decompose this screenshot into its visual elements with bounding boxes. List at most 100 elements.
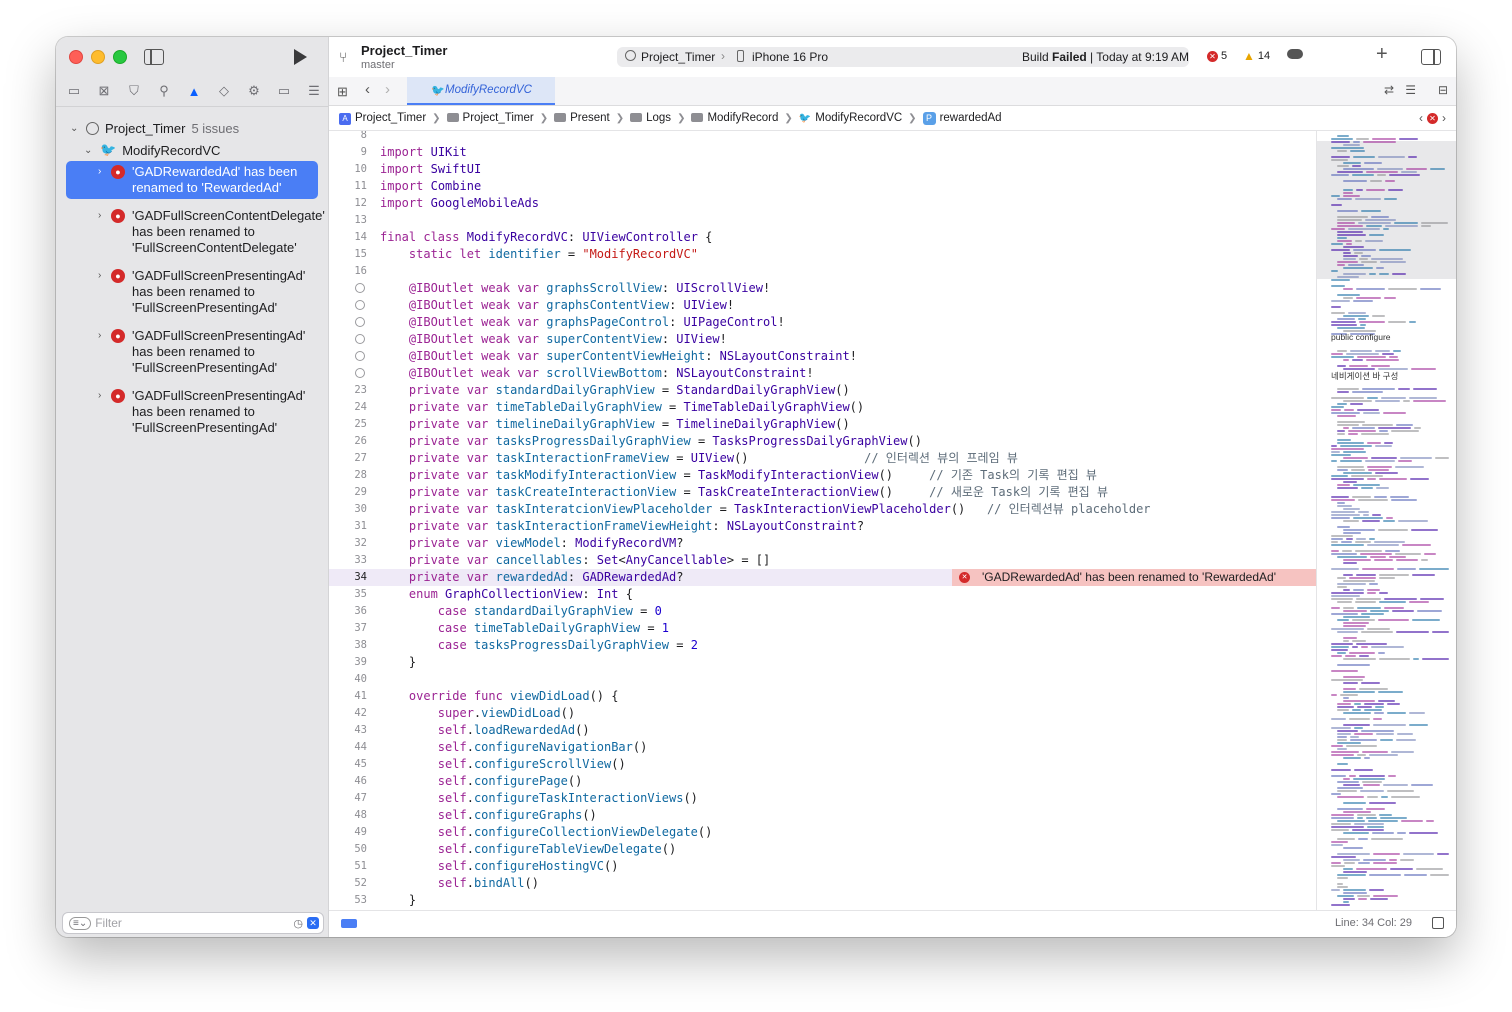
report-icon[interactable]: ☰ — [304, 81, 324, 101]
code-line[interactable]: 38 case tasksProgressDailyGraphView = 2 — [329, 637, 1316, 654]
code-text[interactable]: private var timelineDailyGraphView = Tim… — [380, 416, 850, 433]
code-line[interactable]: @IBOutlet weak var graphsContentView: UI… — [329, 297, 1316, 314]
code-line[interactable]: 42 super.viewDidLoad() — [329, 705, 1316, 722]
line-number[interactable]: 39 — [329, 654, 367, 671]
outlet-connection-icon[interactable] — [355, 317, 365, 327]
outlet-connection-icon[interactable] — [355, 351, 365, 361]
line-number[interactable]: 40 — [329, 671, 367, 688]
line-number[interactable]: 45 — [329, 756, 367, 773]
breadcrumb-item[interactable]: Project_Timer — [446, 112, 534, 124]
code-line[interactable]: 48 self.configureGraphs() — [329, 807, 1316, 824]
debug-area-toggle-icon[interactable] — [1432, 917, 1444, 929]
code-text[interactable]: self.configureScrollView() — [380, 756, 626, 773]
branch-name[interactable]: master — [361, 59, 395, 71]
project-group[interactable]: ⌄ Project_Timer 5 issues — [66, 117, 318, 139]
code-text[interactable]: self.configureHostingVC() — [380, 858, 619, 875]
line-number[interactable]: 43 — [329, 722, 367, 739]
line-number[interactable]: 26 — [329, 433, 367, 450]
error-count-badge[interactable]: ✕ 5 — [1207, 50, 1227, 62]
code-line[interactable]: 31 private var taskInteractionFrameViewH… — [329, 518, 1316, 535]
device-selector[interactable]: iPhone 16 Pro — [752, 50, 828, 64]
code-text[interactable]: @IBOutlet weak var scrollViewBottom: NSL… — [380, 365, 814, 382]
code-line[interactable]: 13 — [329, 212, 1316, 229]
line-number[interactable]: 29 — [329, 484, 367, 501]
line-number[interactable]: 13 — [329, 212, 367, 229]
code-line[interactable]: 8 — [329, 131, 1316, 144]
source-editor[interactable]: 8 9 import UIKit 10 import SwiftUI 11 import C… — [329, 131, 1316, 911]
line-number[interactable]: 24 — [329, 399, 367, 416]
breadcrumb-item[interactable]: ModifyRecord — [691, 112, 778, 124]
code-text[interactable]: self.configureNavigationBar() — [380, 739, 648, 756]
line-number[interactable]: 44 — [329, 739, 367, 756]
bookmark-icon[interactable]: ⛉ — [124, 81, 144, 101]
error-filter-icon[interactable]: ✕ — [307, 917, 319, 929]
line-number[interactable]: 30 — [329, 501, 367, 518]
error-icon[interactable]: ✕ — [1427, 112, 1438, 124]
zoom-window-button[interactable] — [113, 50, 127, 64]
code-line[interactable]: 35 enum GraphCollectionView: Int { — [329, 586, 1316, 603]
line-number[interactable]: 11 — [329, 178, 367, 195]
line-number[interactable]: 46 — [329, 773, 367, 790]
line-number[interactable]: 37 — [329, 620, 367, 637]
code-line[interactable]: 36 case standardDailyGraphView = 0 — [329, 603, 1316, 620]
code-text[interactable]: self.bindAll() — [380, 875, 539, 892]
line-number[interactable]: 47 — [329, 790, 367, 807]
code-line[interactable]: 29 private var taskCreateInteractionView… — [329, 484, 1316, 501]
line-number[interactable]: 42 — [329, 705, 367, 722]
scheme-selector[interactable]: Project_Timer — [641, 50, 715, 64]
code-text[interactable]: self.configureGraphs() — [380, 807, 597, 824]
code-line[interactable]: 33 private var cancellables: Set<AnyCanc… — [329, 552, 1316, 569]
toggle-inspector-icon[interactable] — [1421, 49, 1441, 65]
issue-item[interactable]: › ● 'GADFullScreenPresentingAd' has been… — [66, 325, 318, 379]
code-line[interactable]: 47 self.configureTaskInteractionViews() — [329, 790, 1316, 807]
code-line[interactable]: 14 final class ModifyRecordVC: UIViewCont… — [329, 229, 1316, 246]
line-number[interactable]: 8 — [329, 131, 367, 144]
code-text[interactable]: } — [380, 654, 416, 671]
inline-error-banner[interactable]: ✕ 'GADRewardedAd' has been renamed to 'Re… — [952, 569, 1316, 586]
line-number[interactable]: 10 — [329, 161, 367, 178]
line-number[interactable]: 12 — [329, 195, 367, 212]
test-icon[interactable]: ◇ — [214, 81, 234, 101]
next-issue-icon[interactable]: › — [1442, 111, 1446, 125]
line-number[interactable]: 36 — [329, 603, 367, 620]
code-line[interactable]: 28 private var taskModifyInteractionView… — [329, 467, 1316, 484]
issue-item[interactable]: › ● 'GADRewardedAd' has been renamed to … — [66, 161, 318, 199]
file-group[interactable]: ⌄ 🐦 ModifyRecordVC — [66, 139, 318, 161]
related-items-icon[interactable]: ⇄ — [1384, 83, 1394, 97]
previous-issue-icon[interactable]: ‹ — [1419, 111, 1423, 125]
code-line[interactable]: 32 private var viewModel: ModifyRecordVM… — [329, 535, 1316, 552]
code-line[interactable]: 34 private var rewardedAd: GADRewardedAd… — [329, 569, 1316, 586]
split-editor-icon[interactable]: ⊟ — [1438, 83, 1448, 97]
code-line[interactable]: @IBOutlet weak var graphsScrollView: UIS… — [329, 280, 1316, 297]
line-number[interactable]: 50 — [329, 841, 367, 858]
code-text[interactable]: private var taskModifyInteractionView = … — [380, 467, 1097, 484]
line-number[interactable]: 25 — [329, 416, 367, 433]
minimap-section-label[interactable]: 네비게이션 바 구성 — [1331, 370, 1398, 382]
chevron-right-icon[interactable]: › — [98, 328, 101, 344]
code-text[interactable]: self.loadRewardedAd() — [380, 722, 590, 739]
code-text[interactable]: final class ModifyRecordVC: UIViewContro… — [380, 229, 712, 246]
code-line[interactable]: @IBOutlet weak var scrollViewBottom: NSL… — [329, 365, 1316, 382]
breakpoint-icon[interactable]: ▭ — [274, 81, 294, 101]
find-icon[interactable]: ⚲ — [154, 81, 174, 101]
filter-field[interactable]: ≡⌄ Filter ◷ ✕ — [62, 912, 324, 934]
code-line[interactable]: 23 private var standardDailyGraphView = … — [329, 382, 1316, 399]
code-text[interactable]: private var taskInteractionFrameViewHeig… — [380, 518, 864, 535]
code-text[interactable]: private var rewardedAd: GADRewardedAd? — [380, 569, 684, 586]
code-text[interactable]: @IBOutlet weak var superContentViewHeigh… — [380, 348, 857, 365]
line-number[interactable]: 15 — [329, 246, 367, 263]
code-text[interactable]: case standardDailyGraphView = 0 — [380, 603, 662, 620]
chevron-right-icon[interactable]: › — [98, 388, 101, 404]
code-text[interactable]: import SwiftUI — [380, 161, 481, 178]
code-text[interactable]: } — [380, 892, 416, 909]
code-text[interactable]: self.configureTaskInteractionViews() — [380, 790, 698, 807]
line-number[interactable]: 16 — [329, 263, 367, 280]
chevron-down-icon[interactable]: ⌄ — [84, 145, 94, 156]
line-number[interactable]: 14 — [329, 229, 367, 246]
code-text[interactable]: private var timeTableDailyGraphView = Ti… — [380, 399, 864, 416]
code-line[interactable]: 9 import UIKit — [329, 144, 1316, 161]
line-number[interactable]: 35 — [329, 586, 367, 603]
code-line[interactable]: 15 static let identifier = "ModifyRecord… — [329, 246, 1316, 263]
minimize-window-button[interactable] — [91, 50, 105, 64]
code-line[interactable]: @IBOutlet weak var graphsPageControl: UI… — [329, 314, 1316, 331]
